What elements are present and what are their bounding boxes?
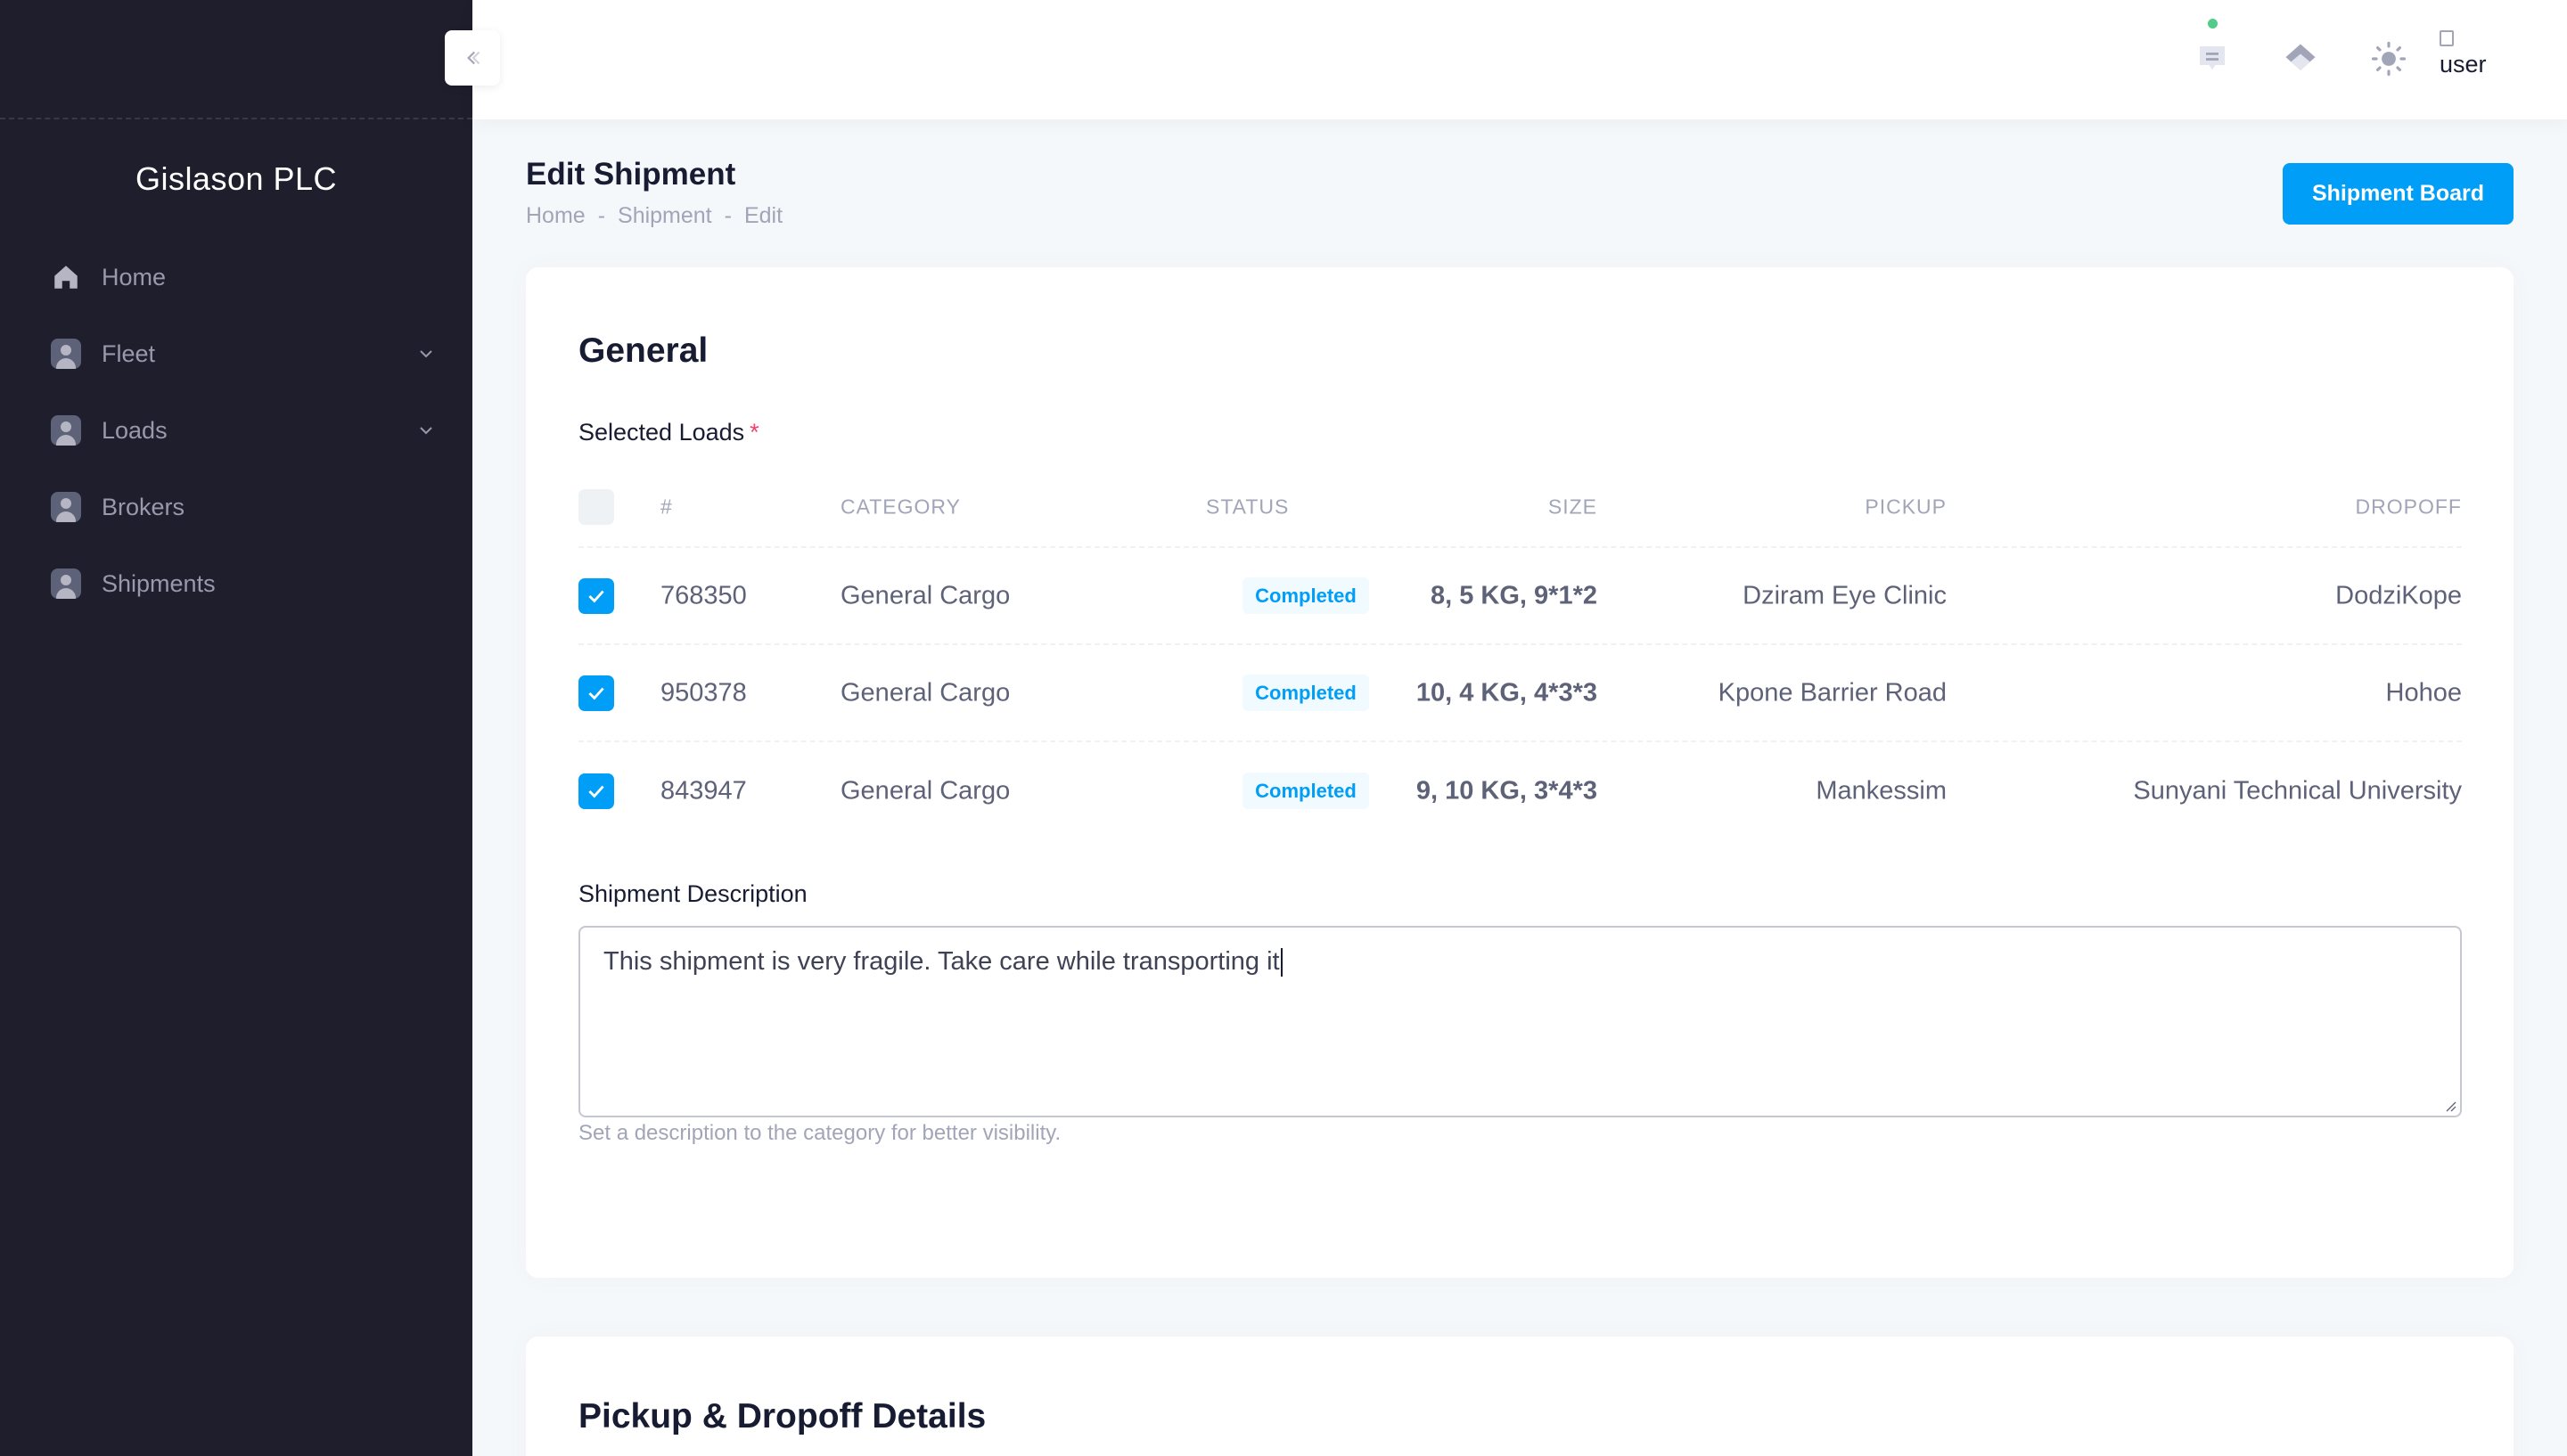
double-chevron-left-icon xyxy=(467,51,480,65)
general-title: General xyxy=(578,331,709,370)
status-badge: Completed xyxy=(1242,577,1369,614)
table-row[interactable]: 950378 General Cargo Completed 10, 4 KG,… xyxy=(578,645,2462,742)
row-size: 8, 5 KG, 9*1*2 xyxy=(1431,581,1597,609)
row-dropoff: DodziKope xyxy=(2335,581,2462,609)
top-header xyxy=(472,0,2567,119)
sun-icon xyxy=(2371,41,2407,77)
sidebar: Gislason PLC Home Fleet Loads Brokers Sh… xyxy=(0,0,472,1456)
theme-toggle-button[interactable] xyxy=(2362,32,2415,86)
sidebar-item-label: Shipments xyxy=(102,569,216,597)
column-header-category: CATEGORY xyxy=(841,495,961,519)
sidebar-item-label: Loads xyxy=(102,416,168,444)
sidebar-logo-area xyxy=(0,0,472,119)
check-icon xyxy=(588,785,604,798)
general-card: General Selected Loads * # CATEGORY STATU… xyxy=(526,267,2514,1278)
row-category: General Cargo xyxy=(841,678,1011,707)
sidebar-item-label: Brokers xyxy=(102,493,185,520)
home-icon xyxy=(50,261,82,293)
sidebar-item-shipments[interactable]: Shipments xyxy=(0,545,472,622)
user-avatar-alt: user xyxy=(2440,51,2487,78)
column-header-id: # xyxy=(660,495,673,519)
row-category: General Cargo xyxy=(841,776,1011,805)
chevron-down-icon xyxy=(420,427,432,435)
sidebar-item-loads[interactable]: Loads xyxy=(0,392,472,469)
chat-icon xyxy=(2200,46,2225,70)
sidebar-item-label: Home xyxy=(102,263,167,290)
avatar-icon xyxy=(51,568,81,599)
sidebar-item-home[interactable]: Home xyxy=(0,239,472,315)
sidebar-item-fleet[interactable]: Fleet xyxy=(0,315,472,392)
chat-button[interactable] xyxy=(2186,32,2239,86)
check-icon xyxy=(588,590,604,602)
text-caret xyxy=(1280,948,1283,977)
check-icon xyxy=(588,687,604,699)
resize-grip-icon[interactable] xyxy=(2442,1098,2456,1112)
required-mark: * xyxy=(750,419,759,446)
row-checkbox[interactable] xyxy=(578,675,614,711)
shipment-description-textarea[interactable]: This shipment is very fragile. Take care… xyxy=(578,926,2462,1117)
user-avatar[interactable]: user xyxy=(2440,23,2502,86)
broken-image-icon xyxy=(2440,30,2454,46)
status-badge: Completed xyxy=(1242,772,1369,809)
avatar-icon xyxy=(51,339,81,369)
sidebar-item-label: Fleet xyxy=(102,339,156,367)
row-size: 10, 4 KG, 4*3*3 xyxy=(1415,678,1597,707)
chevron-down-icon xyxy=(420,350,432,358)
breadcrumb: Home - Shipment - Edit xyxy=(526,203,783,229)
page-title: Edit Shipment xyxy=(526,157,736,192)
org-name: Gislason PLC xyxy=(135,160,338,197)
loads-table: # CATEGORY STATUS SIZE PICKUP DROPOFF 76… xyxy=(578,468,2462,839)
notification-dot xyxy=(2208,19,2218,29)
sidebar-toggle-button[interactable] xyxy=(445,30,500,86)
row-id: 950378 xyxy=(660,678,747,707)
layers-button[interactable] xyxy=(2274,32,2327,86)
row-pickup: Mankessim xyxy=(1816,776,1947,805)
table-header: # CATEGORY STATUS SIZE PICKUP DROPOFF xyxy=(578,468,2462,548)
description-help-text: Set a description to the category for be… xyxy=(578,1121,1062,1145)
pickup-dropoff-card: Pickup & Dropoff Details xyxy=(526,1337,2514,1456)
table-row[interactable]: 843947 General Cargo Completed 9, 10 KG,… xyxy=(578,742,2462,839)
status-badge: Completed xyxy=(1242,674,1369,711)
pickup-dropoff-title: Pickup & Dropoff Details xyxy=(578,1397,987,1436)
row-dropoff: Sunyani Technical University xyxy=(2133,776,2462,805)
row-dropoff: Hohoe xyxy=(2385,678,2462,707)
avatar-icon xyxy=(51,492,81,522)
column-header-size: SIZE xyxy=(1547,495,1597,519)
selected-loads-label: Selected Loads * xyxy=(578,419,759,446)
shipment-description-label: Shipment Description xyxy=(578,880,808,907)
select-all-checkbox[interactable] xyxy=(578,489,614,525)
sidebar-item-brokers[interactable]: Brokers xyxy=(0,469,472,545)
breadcrumb-edit: Edit xyxy=(743,203,783,228)
row-checkbox[interactable] xyxy=(578,773,614,809)
row-category: General Cargo xyxy=(841,581,1011,609)
table-row[interactable]: 768350 General Cargo Completed 8, 5 KG, … xyxy=(578,548,2462,645)
selected-loads-label-text: Selected Loads xyxy=(578,419,745,446)
breadcrumb-shipment[interactable]: Shipment xyxy=(618,203,712,229)
row-id: 768350 xyxy=(660,581,747,609)
row-pickup: Kpone Barrier Road xyxy=(1718,678,1947,707)
row-size: 9, 10 KG, 3*4*3 xyxy=(1415,776,1597,805)
shipment-description-value: This shipment is very fragile. Take care… xyxy=(603,947,1280,976)
column-header-dropoff: DROPOFF xyxy=(2355,495,2462,519)
breadcrumb-separator: - xyxy=(597,203,606,228)
row-pickup: Dziram Eye Clinic xyxy=(1743,581,1947,609)
sidebar-menu: Home Fleet Loads Brokers Shipments xyxy=(0,239,472,622)
column-header-pickup: PICKUP xyxy=(1865,495,1947,519)
avatar-icon xyxy=(51,415,81,446)
breadcrumb-separator: - xyxy=(724,203,732,228)
row-checkbox[interactable] xyxy=(578,577,614,614)
column-header-status: STATUS xyxy=(1206,495,1290,519)
breadcrumb-home[interactable]: Home xyxy=(526,203,586,229)
layers-icon xyxy=(2285,44,2316,70)
shipment-board-button[interactable]: Shipment Board xyxy=(2283,163,2514,225)
row-id: 843947 xyxy=(660,776,747,805)
